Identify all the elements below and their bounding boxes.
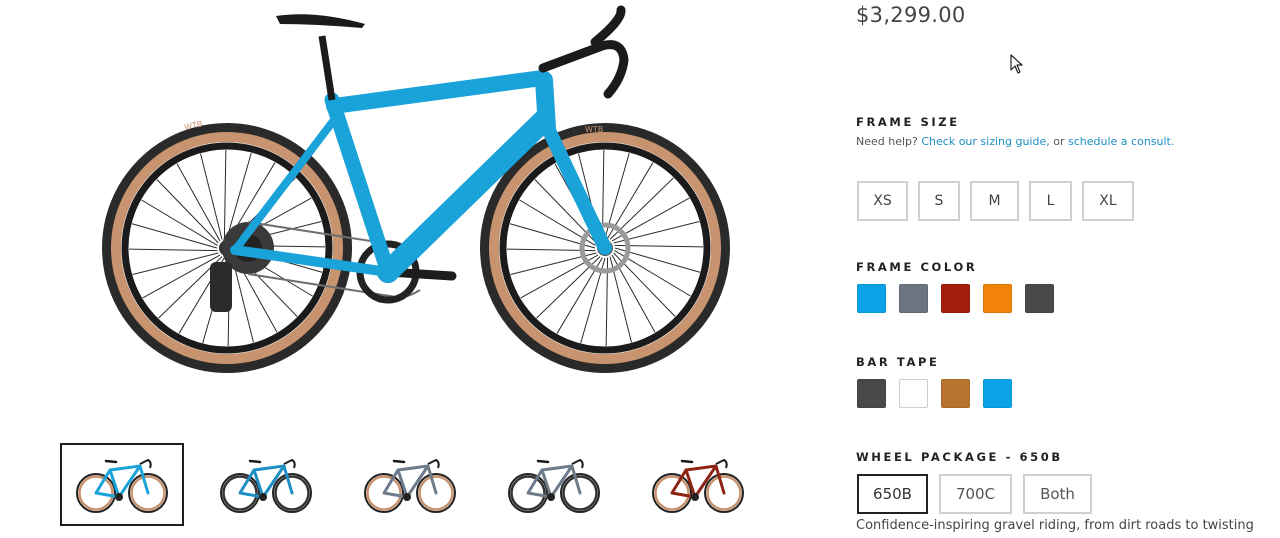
frame-color-swatch-5[interactable] <box>1025 284 1054 313</box>
frame-color-swatches <box>857 284 1054 313</box>
product-hero-image: WTB WTB <box>90 0 770 400</box>
product-price: $3,299.00 <box>856 3 966 27</box>
bar-tape-title: BAR TAPE <box>856 355 940 369</box>
sizing-guide-link[interactable]: Check our sizing guide, <box>921 135 1049 148</box>
help-prefix: Need help? <box>856 135 918 148</box>
bar-tape-swatch-4[interactable] <box>983 379 1012 408</box>
bar-tape-swatch-2[interactable] <box>899 379 928 408</box>
bike-thumbnail-icon <box>652 458 744 513</box>
mouse-cursor-icon <box>1010 54 1023 74</box>
bike-thumbnail-icon <box>220 458 312 513</box>
frame-color-title: FRAME COLOR <box>856 260 978 274</box>
bar-tape-swatch-1[interactable] <box>857 379 886 408</box>
size-option-xl[interactable]: XL <box>1082 181 1134 221</box>
frame-color-swatch-2[interactable] <box>899 284 928 313</box>
size-option-m[interactable]: M <box>970 181 1019 221</box>
wheel-package-options: 650B 700C Both <box>857 474 1092 514</box>
wheel-option-700c[interactable]: 700C <box>939 474 1012 514</box>
thumbnail-gallery <box>60 443 760 526</box>
frame-color-swatch-1[interactable] <box>857 284 886 313</box>
frame-color-swatch-3[interactable] <box>941 284 970 313</box>
schedule-consult-link[interactable]: schedule a consult. <box>1068 135 1174 148</box>
size-option-xs[interactable]: XS <box>857 181 908 221</box>
thumbnail-2[interactable] <box>204 443 328 526</box>
bike-thumbnail-icon <box>364 458 456 513</box>
wheel-option-650b[interactable]: 650B <box>857 474 928 514</box>
size-option-s[interactable]: S <box>918 181 960 221</box>
wheel-package-description: Confidence-inspiring gravel riding, from… <box>856 518 1254 533</box>
svg-text:WTB: WTB <box>585 125 603 134</box>
wheel-package-title: WHEEL PACKAGE - 650B <box>856 450 1063 464</box>
bar-tape-swatch-3[interactable] <box>941 379 970 408</box>
thumbnail-1[interactable] <box>60 443 184 526</box>
thumbnail-3[interactable] <box>348 443 472 526</box>
size-option-l[interactable]: L <box>1029 181 1072 221</box>
thumbnail-5[interactable] <box>636 443 760 526</box>
bike-thumbnail-icon <box>76 458 168 513</box>
thumbnail-4[interactable] <box>492 443 616 526</box>
gravel-bike-illustration: WTB WTB <box>102 5 730 373</box>
sizing-help-text: Need help? Check our sizing guide, or sc… <box>856 135 1174 148</box>
frame-color-swatch-4[interactable] <box>983 284 1012 313</box>
bar-tape-swatches <box>857 379 1012 408</box>
help-or: or <box>1053 135 1065 148</box>
wheel-option-both[interactable]: Both <box>1023 474 1092 514</box>
frame-size-options: XS S M L XL <box>857 181 1134 221</box>
frame-size-title: FRAME SIZE <box>856 115 960 129</box>
bike-thumbnail-icon <box>508 458 600 513</box>
